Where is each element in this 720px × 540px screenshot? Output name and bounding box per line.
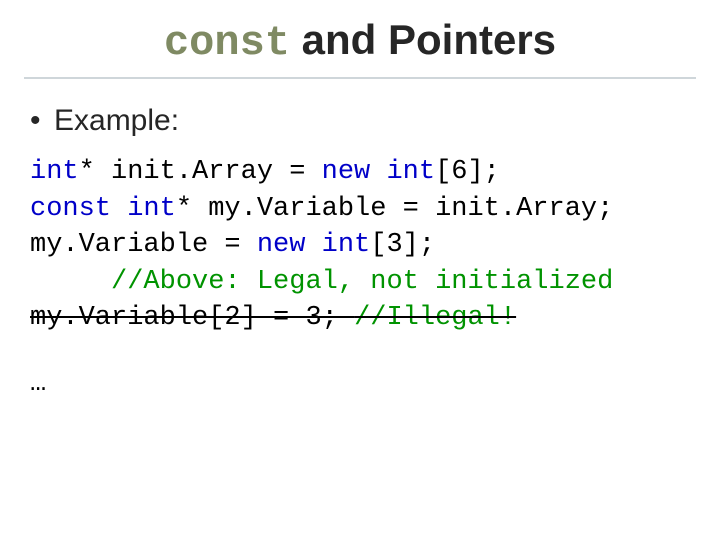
code-text: my.Variable[2] = 3; xyxy=(30,303,354,333)
code-text: * my.Variable = init.Array; xyxy=(176,194,613,224)
code-text: my.Variable = xyxy=(30,230,257,260)
code-text xyxy=(305,230,321,260)
code-text: [3]; xyxy=(370,230,435,260)
code-line-3: my.Variable = new int[3]; xyxy=(30,230,435,260)
slide-body: Example: int* init.Array = new int[6]; c… xyxy=(24,97,696,403)
ellipsis: … xyxy=(30,366,696,402)
code-line-1: int* init.Array = new int[6]; xyxy=(30,157,500,187)
code-text: * init.Array = xyxy=(79,157,322,187)
code-comment: //Above: Legal, not initialized xyxy=(111,267,613,297)
title-rest: and Pointers xyxy=(290,16,556,63)
bullet-item: Example: xyxy=(28,101,696,140)
keyword-int: int xyxy=(30,157,79,187)
code-text: [6]; xyxy=(435,157,500,187)
keyword-new: new xyxy=(257,230,306,260)
code-text xyxy=(111,194,127,224)
code-indent xyxy=(30,267,111,297)
code-block: int* init.Array = new int[6]; const int*… xyxy=(30,154,696,336)
code-comment: //Illegal! xyxy=(354,303,516,333)
code-text xyxy=(370,157,386,187)
keyword-new: new xyxy=(322,157,371,187)
title-keyword: const xyxy=(164,19,290,67)
keyword-const: const xyxy=(30,194,111,224)
bullet-text: Example: xyxy=(54,104,179,137)
keyword-int: int xyxy=(386,157,435,187)
slide-title: const and Pointers xyxy=(24,16,696,67)
code-line-4: //Above: Legal, not initialized xyxy=(30,267,613,297)
keyword-int: int xyxy=(127,194,176,224)
code-line-5-strikethrough: my.Variable[2] = 3; //Illegal! xyxy=(30,303,516,333)
keyword-int: int xyxy=(322,230,371,260)
code-line-2: const int* my.Variable = init.Array; xyxy=(30,194,613,224)
title-underline xyxy=(24,77,696,79)
bullet-list: Example: xyxy=(28,101,696,140)
slide: const and Pointers Example: int* init.Ar… xyxy=(0,0,720,540)
